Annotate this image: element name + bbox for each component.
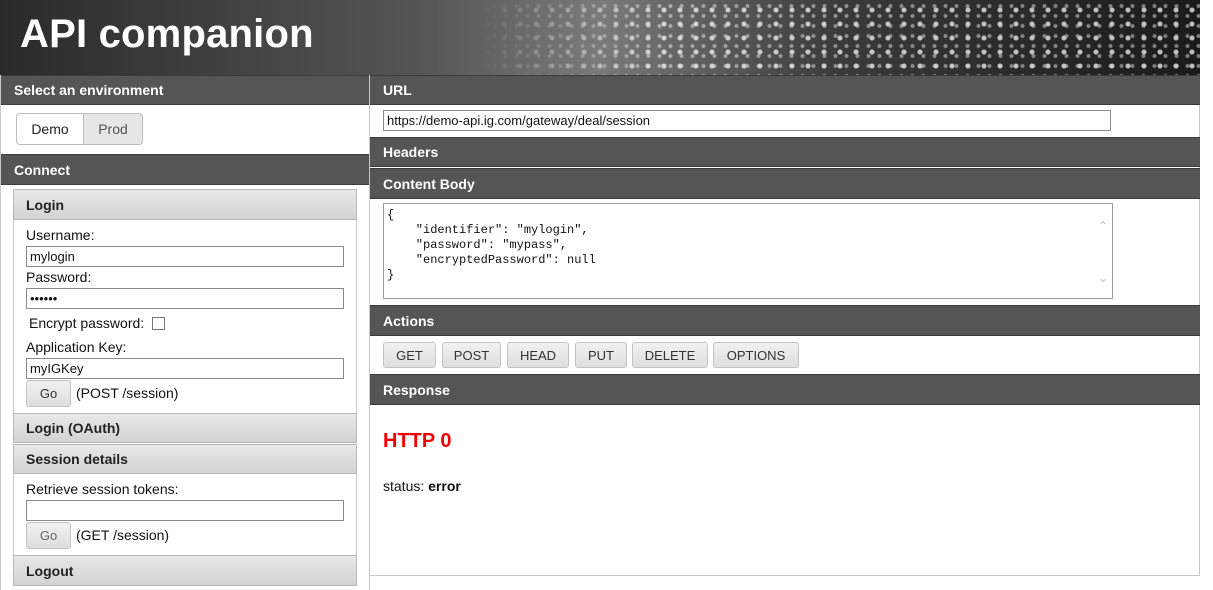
session-panel-right-border bbox=[356, 474, 357, 555]
right-column-bottom-border bbox=[370, 575, 1200, 576]
actions-heading: Actions bbox=[383, 312, 435, 329]
content-body-header: Content Body bbox=[370, 168, 1200, 199]
content-body-text: { "identifier": "mylogin", "password": "… bbox=[387, 208, 596, 282]
url-header: URL bbox=[370, 75, 1200, 105]
response-heading: Response bbox=[383, 381, 450, 398]
encrypt-password-checkbox[interactable] bbox=[152, 317, 165, 330]
logout-heading: Logout bbox=[26, 562, 74, 579]
url-input[interactable] bbox=[383, 110, 1111, 131]
chevron-down-icon[interactable]: ⌄ bbox=[1097, 272, 1109, 284]
left-column-border-outer bbox=[0, 75, 1, 590]
login-oauth-header[interactable]: Login (OAuth) bbox=[13, 413, 357, 443]
delete-button[interactable]: DELETE bbox=[632, 342, 708, 368]
login-panel-left-border bbox=[13, 220, 14, 413]
login-oauth-heading: Login (OAuth) bbox=[26, 420, 121, 436]
retrieve-tokens-label: Retrieve session tokens: bbox=[26, 481, 179, 497]
logout-header[interactable]: Logout bbox=[13, 555, 357, 586]
connect-header[interactable]: Connect bbox=[1, 154, 369, 185]
put-button[interactable]: PUT bbox=[575, 342, 627, 368]
head-button[interactable]: HEAD bbox=[507, 342, 569, 368]
app-key-input[interactable] bbox=[26, 358, 344, 379]
response-status: status: error bbox=[383, 478, 461, 494]
password-label: Password: bbox=[26, 269, 92, 285]
status-label: status: bbox=[383, 478, 425, 494]
content-body-heading: Content Body bbox=[383, 175, 475, 192]
environment-toggle: Demo Prod bbox=[16, 113, 143, 145]
headers-header[interactable]: Headers bbox=[370, 137, 1200, 167]
options-button[interactable]: OPTIONS bbox=[713, 342, 799, 368]
session-details-heading: Session details bbox=[26, 451, 128, 467]
session-go-button[interactable]: Go bbox=[26, 522, 71, 549]
headers-heading: Headers bbox=[383, 144, 439, 160]
session-go-note: (GET /session) bbox=[76, 527, 170, 543]
connect-heading: Connect bbox=[14, 161, 70, 178]
username-input[interactable] bbox=[26, 246, 344, 267]
login-panel-right-border bbox=[356, 220, 357, 413]
session-panel-left-border bbox=[13, 474, 14, 555]
environment-heading: Select an environment bbox=[14, 82, 164, 98]
url-heading: URL bbox=[383, 82, 412, 98]
get-button[interactable]: GET bbox=[383, 342, 436, 368]
banner: API companion bbox=[0, 0, 1200, 75]
password-input[interactable] bbox=[26, 288, 344, 309]
session-details-header[interactable]: Session details bbox=[13, 444, 357, 474]
env-demo-button[interactable]: Demo bbox=[16, 113, 84, 145]
response-header: Response bbox=[370, 374, 1200, 405]
app-title: API companion bbox=[20, 12, 314, 56]
session-tokens-input[interactable] bbox=[26, 500, 344, 521]
chevron-up-icon[interactable]: ⌃ bbox=[1097, 220, 1109, 232]
encrypt-password-label: Encrypt password: bbox=[29, 315, 145, 331]
environment-header: Select an environment bbox=[1, 75, 369, 105]
app-key-label: Application Key: bbox=[26, 339, 127, 355]
login-header[interactable]: Login bbox=[13, 189, 357, 220]
content-body-textarea[interactable]: { "identifier": "mylogin", "password": "… bbox=[383, 203, 1113, 299]
login-go-button[interactable]: Go bbox=[26, 380, 71, 407]
username-label: Username: bbox=[26, 227, 95, 243]
actions-header: Actions bbox=[370, 305, 1200, 336]
login-go-note: (POST /session) bbox=[76, 385, 179, 401]
post-button[interactable]: POST bbox=[442, 342, 501, 368]
env-prod-button[interactable]: Prod bbox=[84, 113, 143, 145]
status-value: error bbox=[428, 478, 461, 494]
login-heading: Login bbox=[26, 196, 65, 213]
http-status-code: HTTP 0 bbox=[383, 430, 452, 452]
